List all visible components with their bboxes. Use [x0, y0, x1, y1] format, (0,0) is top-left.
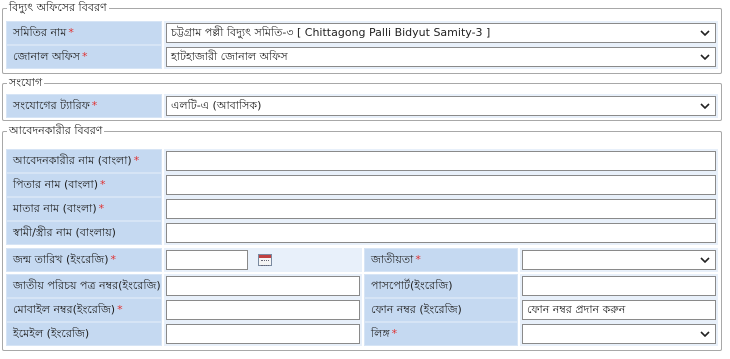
father-name-input[interactable] [166, 175, 716, 195]
spouse-name-input[interactable] [166, 223, 716, 243]
applicant-name-label: আবেদনকারীর নাম (বাংলা) * [6, 149, 162, 173]
dob-nationality-row: জন্ম তারিখ (ইংরেজি) * জাতীয়তা * [6, 248, 718, 272]
phone-input[interactable]: ফোন নম্বর প্রদান করুন [522, 300, 716, 320]
phone-label: ফোন নম্বর (ইংরেজি) [364, 298, 518, 322]
passport-label: পাসপোর্ট(ইংরেজি) [364, 274, 518, 298]
chevron-down-icon [699, 325, 711, 343]
required-mark: * [68, 26, 74, 39]
email-input[interactable] [166, 324, 360, 344]
dob-input[interactable] [166, 250, 248, 270]
mobile-input[interactable] [166, 300, 360, 320]
required-mark: * [110, 253, 117, 266]
zonal-office-select[interactable]: হাটহাজারী জোনাল অফিস [166, 47, 716, 67]
mother-name-label: মাতার নাম (বাংলা) * [6, 197, 162, 221]
father-name-row: পিতার নাম (বাংলা) * [6, 173, 718, 197]
applicant-legend: আবেদনকারীর বিবরণ [7, 124, 105, 138]
gender-label: লিঙ্গ * [364, 322, 518, 346]
nid-passport-row: জাতীয় পরিচয় পত্র নম্বর(ইংরেজি)* পাসপোর… [6, 274, 718, 298]
required-mark: * [117, 303, 123, 316]
required-mark: * [133, 154, 140, 167]
mobile-phone-row: মোবাইল নম্বর(ইংরেজি) * ফোন নম্বর (ইংরেজি)… [6, 298, 718, 322]
required-mark: * [91, 99, 98, 112]
chevron-down-icon [699, 251, 711, 269]
tariff-select[interactable]: এলটি-এ (আবাসিক) [166, 96, 716, 116]
mother-name-row: মাতার নাম (বাংলা) * [6, 197, 718, 221]
required-mark: * [81, 50, 88, 63]
gender-select[interactable] [522, 324, 716, 344]
required-mark: * [98, 202, 105, 215]
mother-name-input[interactable] [166, 199, 716, 219]
samity-row: সমিতির নাম * চট্টগ্রাম পল্লী বিদ্যুৎ সমিত… [6, 21, 718, 45]
email-label: ইমেইল (ইংরেজি) [6, 322, 162, 346]
email-gender-row: ইমেইল (ইংরেজি) লিঙ্গ * [6, 322, 718, 346]
applicant-name-input[interactable] [166, 151, 716, 171]
samity-label: সমিতির নাম * [6, 21, 162, 45]
zonal-office-label: জোনাল অফিস * [6, 45, 162, 69]
required-mark: * [415, 253, 421, 266]
chevron-down-icon [699, 97, 711, 115]
nationality-select[interactable] [522, 250, 716, 270]
dob-label: জন্ম তারিখ (ইংরেজি) * [6, 248, 162, 272]
chevron-down-icon [699, 24, 711, 42]
required-mark: * [391, 327, 398, 340]
nationality-label: জাতীয়তা * [364, 248, 518, 272]
applicant-name-row: আবেদনকারীর নাম (বাংলা) * [6, 149, 718, 173]
mobile-label: মোবাইল নম্বর(ইংরেজি) * [6, 298, 162, 322]
spouse-name-label: স্বামী/স্ত্রীর নাম (বাংলায়) [6, 221, 162, 245]
office-details-legend: বিদ্যুৎ অফিসের বিবরণ [7, 1, 109, 15]
samity-select[interactable]: চট্টগ্রাম পল্লী বিদ্যুৎ সমিতি-৩ [ Chitta… [166, 23, 716, 43]
father-name-label: পিতার নাম (বাংলা) * [6, 173, 162, 197]
phone-placeholder: ফোন নম্বর প্রদান করুন [527, 303, 626, 316]
nid-label: জাতীয় পরিচয় পত্র নম্বর(ইংরেজি)* [6, 274, 162, 298]
tariff-row: সংযোগের ট্যারিফ * এলটি-এ (আবাসিক) [6, 94, 718, 118]
required-mark: * [99, 178, 106, 191]
nid-input[interactable] [166, 276, 360, 296]
passport-input[interactable] [522, 276, 716, 296]
tariff-label: সংযোগের ট্যারিফ * [6, 94, 162, 118]
connection-legend: সংযোগ [7, 76, 45, 90]
zonal-office-row: জোনাল অফিস * হাটহাজারী জোনাল অফিস [6, 45, 718, 69]
calendar-icon[interactable] [258, 254, 272, 266]
spouse-name-row: স্বামী/স্ত্রীর নাম (বাংলায়) [6, 221, 718, 245]
chevron-down-icon [699, 48, 711, 66]
